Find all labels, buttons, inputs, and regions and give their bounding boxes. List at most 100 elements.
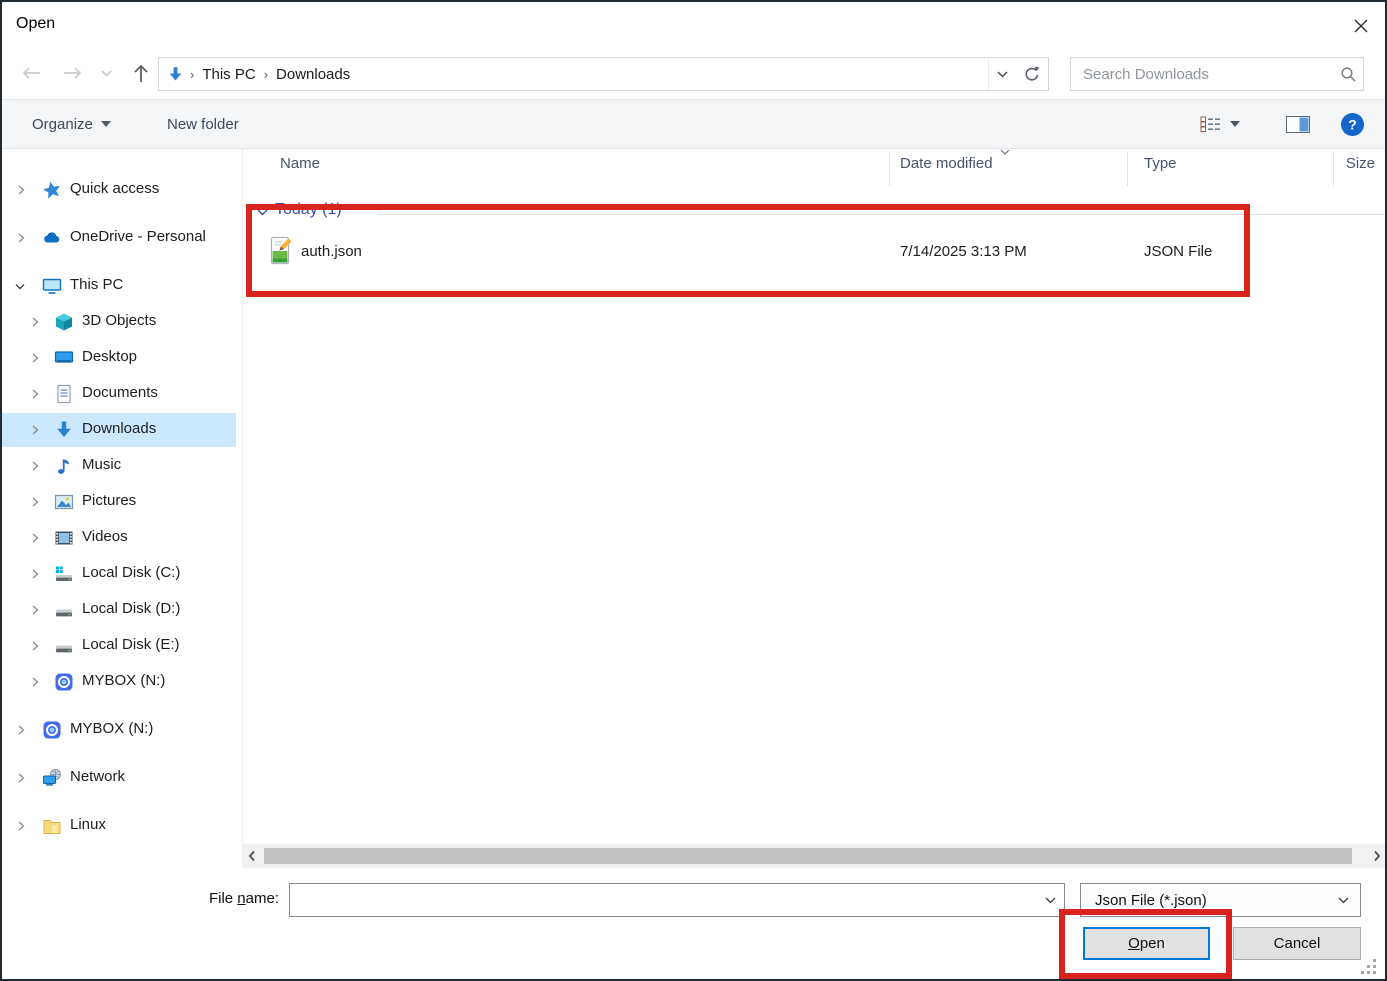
search-box: [1070, 57, 1364, 91]
group-header-rule: [377, 214, 1383, 215]
forward-button[interactable]: [58, 58, 88, 88]
sidebar-item-label: Local Disk (E:): [82, 636, 180, 653]
file-name-dropdown-button[interactable]: [1036, 897, 1064, 904]
change-view-button[interactable]: [1200, 100, 1240, 148]
column-header-date-modified[interactable]: Date modified: [900, 155, 993, 172]
chevron-right-icon: [16, 184, 26, 196]
sidebar-item-onedrive[interactable]: OneDrive - Personal: [2, 221, 236, 255]
cancel-button-label: Cancel: [1274, 935, 1321, 952]
sidebar-item-music[interactable]: Music: [2, 449, 236, 483]
title-bar: Open: [2, 2, 1385, 50]
new-folder-label: New folder: [167, 116, 239, 133]
pictures-icon: [54, 492, 74, 512]
breadcrumb-this-pc[interactable]: This PC: [202, 66, 255, 83]
organize-label: Organize: [32, 116, 93, 133]
help-button[interactable]: ?: [1340, 100, 1365, 148]
sidebar-item-3d-objects[interactable]: 3D Objects: [2, 305, 236, 339]
horizontal-scrollbar[interactable]: [242, 844, 1387, 868]
new-folder-button[interactable]: New folder: [167, 100, 239, 148]
breadcrumb-downloads[interactable]: Downloads: [276, 66, 350, 83]
network-icon: [42, 768, 62, 788]
refresh-button[interactable]: [1015, 57, 1049, 91]
column-header-name[interactable]: Name: [280, 155, 320, 172]
sidebar-item-mybox-child[interactable]: MYBOX (N:): [2, 665, 236, 699]
sidebar-item-local-disk-d[interactable]: Local Disk (D:): [2, 593, 236, 627]
onedrive-cloud-icon: [42, 228, 62, 248]
sidebar-item-label: Pictures: [82, 492, 136, 509]
file-type-select[interactable]: Json File (*.json): [1080, 883, 1361, 917]
downloads-icon: [167, 66, 184, 83]
mybox-drive-icon: [42, 720, 62, 740]
sidebar-item-label: Linux: [70, 816, 106, 833]
sidebar-item-desktop[interactable]: Desktop: [2, 341, 236, 375]
chevron-right-icon: [30, 388, 40, 400]
scrollbar-thumb[interactable]: [264, 848, 1352, 864]
group-header-today[interactable]: Today (1): [275, 201, 342, 219]
back-button[interactable]: [16, 58, 46, 88]
preview-pane-icon: [1286, 116, 1310, 133]
chevron-expanded-icon: [14, 282, 26, 292]
chevron-right-icon: [30, 352, 40, 364]
sidebar-item-linux[interactable]: Linux: [2, 809, 236, 843]
scroll-left-button[interactable]: [244, 847, 260, 865]
chevron-right-icon: [30, 676, 40, 688]
sidebar-item-documents[interactable]: Documents: [2, 377, 236, 411]
svg-text:?: ?: [1348, 116, 1357, 132]
sidebar-item-label: OneDrive - Personal: [70, 228, 206, 245]
sidebar-item-pictures[interactable]: Pictures: [2, 485, 236, 519]
sidebar-item-local-disk-e[interactable]: Local Disk (E:): [2, 629, 236, 663]
open-button[interactable]: Open: [1083, 927, 1210, 960]
videos-icon: [54, 528, 74, 548]
file-name-label: File name:: [152, 890, 279, 907]
chevron-down-icon: [101, 121, 111, 127]
json-file-icon: [269, 236, 293, 266]
chevron-down-icon: [1230, 121, 1240, 127]
file-type-value: Json File (*.json): [1081, 892, 1326, 909]
search-icon: [1333, 66, 1363, 83]
sidebar-item-label: 3D Objects: [82, 312, 156, 329]
sidebar-item-this-pc[interactable]: This PC: [2, 269, 236, 303]
chevron-right-icon: [16, 772, 26, 784]
dialog-footer: File name: Json File (*.json) Open Cance…: [2, 868, 1385, 981]
sidebar-item-local-disk-c[interactable]: Local Disk (C:): [2, 557, 236, 591]
chevron-down-icon: [997, 71, 1008, 78]
back-arrow-icon: [18, 65, 44, 81]
chevron-down-icon: [1045, 897, 1056, 904]
preview-pane-button[interactable]: [1286, 100, 1310, 148]
sidebar-item-mybox-root[interactable]: MYBOX (N:): [2, 713, 236, 747]
sidebar-item-network[interactable]: Network: [2, 761, 236, 795]
drive-icon: [54, 636, 74, 656]
downloads-icon: [54, 420, 74, 440]
sidebar-item-downloads[interactable]: Downloads: [2, 413, 236, 447]
forward-arrow-icon: [60, 65, 86, 81]
sort-indicator-icon: [999, 148, 1011, 156]
cancel-button[interactable]: Cancel: [1233, 927, 1361, 960]
search-input[interactable]: [1071, 66, 1333, 83]
file-name: auth.json: [301, 243, 362, 260]
sidebar-item-label: Music: [82, 456, 121, 473]
sidebar-item-videos[interactable]: Videos: [2, 521, 236, 555]
column-header-size[interactable]: Size: [1315, 155, 1375, 172]
sidebar-item-label: MYBOX (N:): [82, 672, 165, 689]
column-separator: [1127, 152, 1128, 186]
column-separator: [1333, 152, 1334, 186]
file-list-pane: Name Date modified Type Size Today (1): [242, 149, 1387, 844]
chevron-down-icon: [1326, 897, 1360, 904]
chevron-right-icon: [30, 496, 40, 508]
file-name-input[interactable]: [290, 884, 1036, 916]
file-row-auth-json[interactable]: auth.json 7/14/2025 3:13 PM JSON File: [243, 230, 1387, 274]
sidebar-item-quick-access[interactable]: Quick access: [2, 173, 236, 207]
up-button[interactable]: [126, 58, 156, 88]
sidebar-item-label: This PC: [70, 276, 123, 293]
resize-grip[interactable]: [1361, 959, 1377, 975]
recent-locations-button[interactable]: [96, 58, 116, 88]
3d-objects-icon: [54, 312, 74, 332]
close-button[interactable]: [1349, 14, 1373, 38]
group-collapse-icon[interactable]: [256, 208, 269, 217]
column-header-type[interactable]: Type: [1144, 155, 1177, 172]
address-dropdown-button[interactable]: [988, 58, 1015, 90]
organize-button[interactable]: Organize: [32, 100, 111, 148]
chevron-down-icon: [101, 70, 112, 77]
address-bar[interactable]: › This PC › Downloads: [158, 57, 1016, 91]
scroll-right-button[interactable]: [1369, 847, 1385, 865]
